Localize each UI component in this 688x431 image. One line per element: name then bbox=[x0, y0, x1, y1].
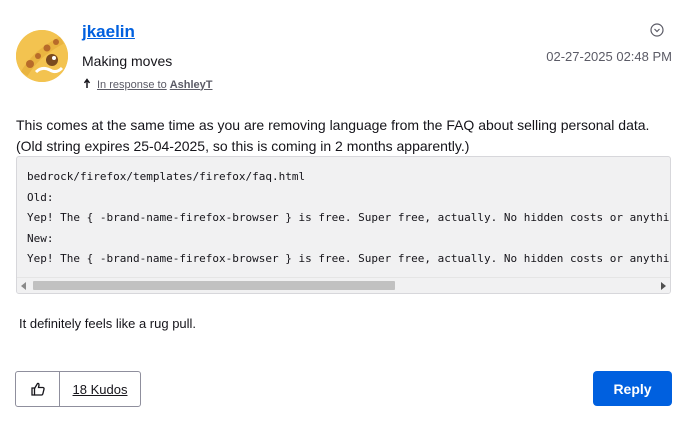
code-line: Yep! The { -brand-name-firefox-browser }… bbox=[27, 211, 671, 224]
code-line: New: bbox=[27, 231, 54, 245]
avatar[interactable] bbox=[16, 30, 68, 82]
horizontal-scrollbar[interactable] bbox=[17, 277, 670, 293]
reply-button[interactable]: Reply bbox=[593, 371, 672, 406]
giraffe-avatar-image bbox=[16, 30, 68, 82]
code-line: bedrock/firefox/templates/firefox/faq.ht… bbox=[27, 170, 306, 183]
kudos-count-link[interactable]: 18 Kudos bbox=[60, 372, 140, 406]
kudos-button[interactable] bbox=[16, 372, 60, 406]
code-line: Old: bbox=[27, 190, 54, 204]
scroll-right-icon[interactable] bbox=[661, 282, 666, 290]
in-response-link[interactable]: In response to bbox=[97, 79, 167, 91]
arrow-up-turn-icon bbox=[83, 77, 94, 92]
post-timestamp: 02-27-2025 02:48 PM bbox=[546, 49, 672, 64]
post-closing-text: It definitely feels like a rug pull. bbox=[19, 316, 197, 331]
chevron-down-circle-icon bbox=[650, 23, 664, 37]
code-content: bedrock/firefox/templates/firefox/faq.ht… bbox=[17, 157, 670, 270]
user-rank: Making moves bbox=[82, 53, 173, 69]
scroll-left-icon[interactable] bbox=[21, 282, 26, 290]
thumbs-up-icon bbox=[30, 382, 45, 396]
options-menu-button[interactable] bbox=[650, 23, 664, 37]
scrollbar-thumb[interactable] bbox=[33, 281, 395, 290]
in-response-to: In response to AshleyT bbox=[83, 77, 213, 92]
username-link[interactable]: jkaelin bbox=[82, 22, 135, 42]
post-body-text: This comes at the same time as you are r… bbox=[16, 117, 650, 154]
code-line: Yep! The { -brand-name-firefox-browser }… bbox=[27, 252, 671, 265]
code-block[interactable]: bedrock/firefox/templates/firefox/faq.ht… bbox=[16, 156, 671, 294]
kudos-control: 18 Kudos bbox=[15, 371, 141, 407]
in-response-author[interactable]: AshleyT bbox=[170, 79, 213, 91]
